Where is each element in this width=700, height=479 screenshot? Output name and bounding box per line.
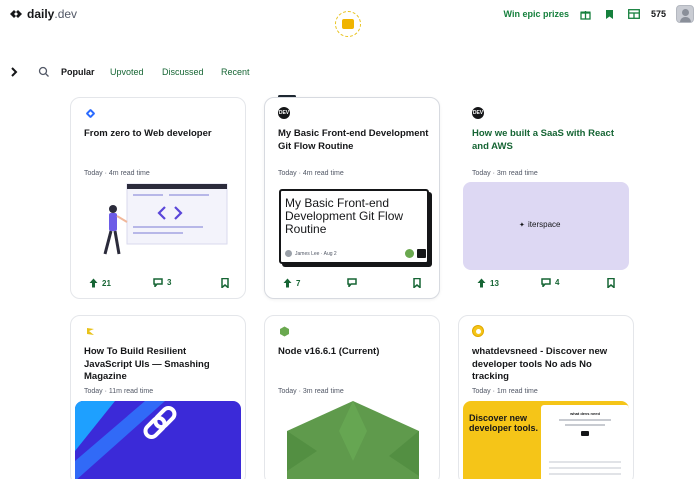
bookmark-icon[interactable] xyxy=(603,7,617,21)
comment-count: 4 xyxy=(555,278,560,287)
comment-icon xyxy=(541,278,551,287)
image-text: iterspace xyxy=(528,220,561,229)
gift-icon[interactable] xyxy=(579,7,593,21)
post-actions: 13 4 xyxy=(459,278,633,292)
tab-recent[interactable]: Recent xyxy=(221,67,250,77)
layout-icon[interactable] xyxy=(627,7,641,21)
image-mini-row xyxy=(549,473,621,475)
bookmark-button[interactable] xyxy=(413,278,421,288)
post-actions: 21 3 xyxy=(71,278,245,292)
image-mini-line xyxy=(559,419,611,421)
post-title[interactable]: whatdevsneed - Discover new developer to… xyxy=(472,346,624,384)
image-mini-row xyxy=(549,461,621,463)
post-title[interactable]: My Basic Front-end Development Git Flow … xyxy=(278,128,430,153)
comment-button[interactable]: 4 xyxy=(541,278,559,287)
logo-word: daily xyxy=(27,7,55,21)
tab-upvoted[interactable]: Upvoted xyxy=(110,67,144,77)
bookmark-icon xyxy=(413,278,421,288)
node-icon[interactable] xyxy=(278,325,290,337)
post-image[interactable]: ✦ iterspace xyxy=(463,182,629,270)
comment-icon xyxy=(347,278,357,287)
chevron-right-icon[interactable] xyxy=(9,65,19,83)
dev-icon[interactable]: DEV xyxy=(472,107,484,119)
whatdevsneed-icon[interactable] xyxy=(472,325,484,337)
post-image[interactable] xyxy=(75,182,241,270)
post-card[interactable]: How To Build Resilient JavaScript UIs — … xyxy=(70,315,246,479)
dev-icon xyxy=(417,249,426,258)
upvote-button[interactable]: 13 xyxy=(477,278,499,288)
image-author: James Lee · Aug 2 xyxy=(295,251,337,257)
comment-button[interactable]: 3 xyxy=(153,278,171,287)
comment-icon xyxy=(153,278,163,287)
badge-inner-shape xyxy=(342,19,354,29)
avatar-body xyxy=(680,17,691,22)
post-title[interactable]: Node v16.6.1 (Current) xyxy=(278,346,430,359)
image-title: My Basic Front-end Development Git Flow … xyxy=(285,196,404,236)
top-bar: daily.dev Win epic prizes 575 xyxy=(0,0,700,37)
image-mini-row xyxy=(549,467,621,469)
bookmark-button[interactable] xyxy=(607,278,615,288)
post-title[interactable]: How To Build Resilient JavaScript UIs — … xyxy=(84,346,236,384)
reputation-count[interactable]: 575 xyxy=(651,9,666,19)
search-icon[interactable] xyxy=(38,65,50,83)
avatar-face xyxy=(682,9,689,16)
post-image[interactable] xyxy=(287,401,419,479)
avatar[interactable] xyxy=(676,5,694,23)
post-image[interactable]: My Basic Front-end Development Git Flow … xyxy=(279,189,429,264)
upvote-button[interactable]: 21 xyxy=(89,278,111,288)
comment-button[interactable] xyxy=(347,278,357,287)
daily-dev-logo-icon xyxy=(10,10,22,18)
bookmark-icon xyxy=(607,278,615,288)
tab-discussed[interactable]: Discussed xyxy=(162,67,204,77)
upvote-count: 7 xyxy=(296,278,301,288)
image-mini-line xyxy=(565,424,605,426)
post-meta: Today · 11m read time xyxy=(84,388,154,395)
arrow-up-icon xyxy=(283,278,292,288)
image-headline: Discover new developer tools. xyxy=(469,413,539,433)
upvote-count: 13 xyxy=(490,278,499,288)
post-card[interactable]: DEV My Basic Front-end Development Git F… xyxy=(264,97,440,299)
post-title[interactable]: From zero to Web developer xyxy=(84,128,236,141)
hex-icon xyxy=(405,249,414,258)
post-meta: Today · 1m read time xyxy=(472,388,538,395)
anniversary-badge-icon[interactable] xyxy=(335,11,361,37)
iterspace-logo-icon: ✦ xyxy=(519,222,525,229)
image-mini-title: what devs need xyxy=(570,411,600,416)
tab-popular[interactable]: Popular xyxy=(61,67,95,77)
whatdevsneed-dot xyxy=(475,328,481,334)
arrow-up-icon xyxy=(477,278,486,288)
feed-filter-bar: Popular Upvoted Discussed Recent xyxy=(0,62,700,82)
upvote-button[interactable]: 7 xyxy=(283,278,300,288)
post-card[interactable]: Node v16.6.1 (Current) Today · 3m read t… xyxy=(264,315,440,479)
post-actions: 7 xyxy=(265,278,439,292)
arrow-up-icon xyxy=(89,278,98,288)
post-card[interactable]: From zero to Web developer Today · 4m re… xyxy=(70,97,246,299)
post-card[interactable]: whatdevsneed - Discover new developer to… xyxy=(458,315,634,479)
post-meta: Today · 3m read time xyxy=(472,170,538,177)
diamond-blue-icon[interactable] xyxy=(84,107,96,119)
post-image[interactable] xyxy=(75,401,241,479)
post-meta: Today · 4m read time xyxy=(84,170,150,177)
bookmark-icon xyxy=(221,278,229,288)
post-title[interactable]: How we built a SaaS with React and AWS xyxy=(472,128,624,153)
dev-icon[interactable]: DEV xyxy=(278,107,290,119)
author-avatar xyxy=(285,250,292,257)
image-mini-page: what devs need xyxy=(541,405,629,479)
post-meta: Today · 3m read time xyxy=(278,388,344,395)
comment-count: 3 xyxy=(167,278,172,287)
daily-dev-logo[interactable]: daily.dev xyxy=(8,7,77,21)
logo-suffix: .dev xyxy=(54,7,78,21)
smashing-icon[interactable] xyxy=(84,325,96,337)
post-image[interactable]: Discover new developer tools. what devs … xyxy=(463,401,629,479)
image-mini-button xyxy=(581,431,589,436)
win-prizes-link[interactable]: Win epic prizes xyxy=(504,9,569,19)
post-meta: Today · 4m read time xyxy=(278,170,344,177)
header-actions: Win epic prizes 575 xyxy=(504,4,694,24)
bookmark-button[interactable] xyxy=(221,278,229,288)
upvote-count: 21 xyxy=(102,278,111,288)
post-card[interactable]: DEV How we built a SaaS with React and A… xyxy=(458,97,634,299)
